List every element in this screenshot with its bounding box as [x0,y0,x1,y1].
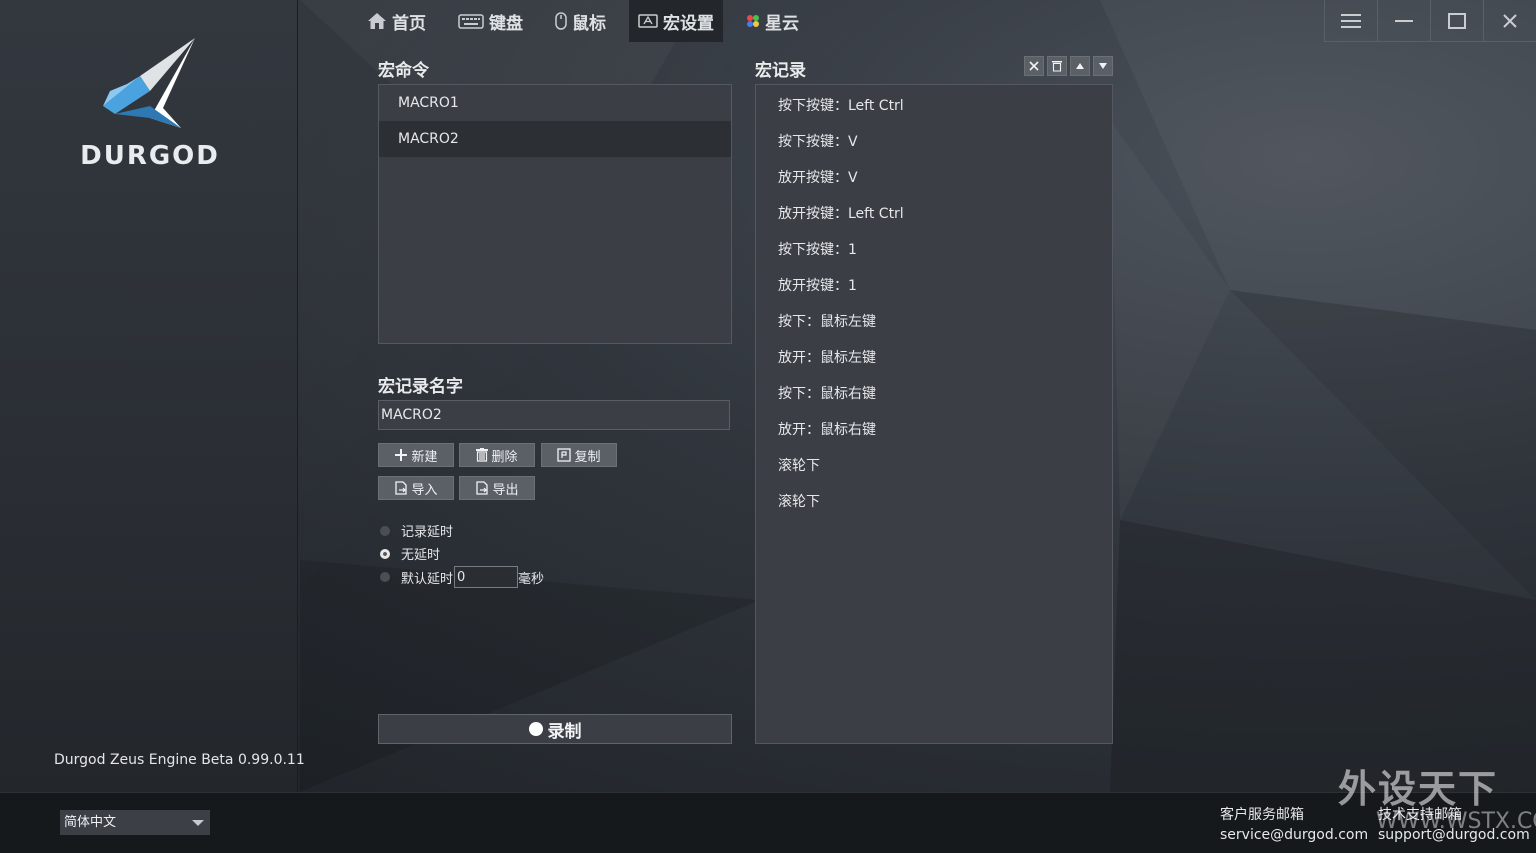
maximize-icon [1448,12,1466,29]
macro-icon [638,14,658,28]
event-list-item[interactable]: 滚轮下 [756,481,1112,517]
import-button-label: 导入 [411,482,438,498]
durgod-logo: DURGOD [80,38,220,171]
nebula-icon [747,15,759,27]
footer: 简体中文 客户服务邮箱 service@durgod.com 技术支持邮箱 su… [0,792,1536,853]
default-delay-label: 默认延时 [401,571,454,587]
record-dot-icon [528,722,543,736]
event-list-item[interactable]: 放开：鼠标左键 [756,337,1112,373]
clear-events-button[interactable] [1024,56,1044,76]
tab-home[interactable]: 首页 [358,0,435,42]
event-list-item[interactable]: 放开按键：Left Ctrl [756,193,1112,229]
record-button[interactable]: 录制 [378,714,732,744]
tab-keyboard[interactable]: 键盘 [449,0,532,42]
no-delay-option[interactable]: 无延时 [380,544,440,563]
svg-text:DURGOD: DURGOD [80,141,220,171]
top-nav: 首页 键盘 鼠标 宏设置 星云 [358,0,822,42]
macro-name-input[interactable] [378,400,730,430]
export-button[interactable]: 导出 [459,476,535,500]
menu-icon [1341,13,1361,28]
delay-unit-label: 毫秒 [518,571,545,587]
delete-event-button[interactable] [1047,56,1067,76]
tab-keyboard-label: 键盘 [489,13,523,34]
copy-icon [557,448,572,462]
event-list-item[interactable]: 放开：鼠标右键 [756,409,1112,445]
language-select-value: 简体中文 [64,815,117,830]
import-file-icon [395,481,408,495]
record-delay-option[interactable]: 记录延时 [380,521,453,540]
tab-mouse[interactable]: 鼠标 [546,0,615,42]
export-file-icon [476,481,489,495]
delete-button[interactable]: 删除 [459,443,535,467]
keyboard-icon [458,14,484,29]
record-button-label: 录制 [547,721,582,742]
macro-record-title: 宏记录 [755,61,806,81]
maximize-button[interactable] [1430,0,1483,42]
no-delay-radio[interactable] [380,548,390,559]
close-icon [1503,13,1517,28]
default-delay-radio[interactable] [380,572,390,582]
new-button-label: 新建 [411,449,438,465]
event-list-item[interactable]: 按下：鼠标右键 [756,373,1112,409]
event-list-item[interactable]: 放开按键：V [756,157,1112,193]
chevron-down-icon [192,820,204,826]
watermark-title: 外设天下 [1338,767,1499,811]
home-icon [368,13,386,29]
minimize-button[interactable] [1377,0,1430,42]
watermark-url: WWW.WSTX.COM [1376,809,1536,834]
record-delay-label: 记录延时 [401,525,454,540]
minimize-icon [1395,19,1413,22]
default-delay-input[interactable] [454,566,519,588]
tab-home-label: 首页 [392,13,426,34]
sidebar: DURGOD Durgod Zeus Engine Beta 0.99.0.11 [0,0,305,792]
window-controls [1324,0,1536,42]
event-list-item[interactable]: 滚轮下 [756,445,1112,481]
arrow-down-icon [1099,63,1107,69]
macro-event-list: 按下按键：Left Ctrl 按下按键：V 放开按键：V 放开按键：Left C… [755,84,1113,744]
event-list-item[interactable]: 放开按键：1 [756,265,1112,301]
new-button[interactable]: 新建 [378,443,454,467]
tab-macro-settings[interactable]: 宏设置 [629,0,723,42]
tab-macro-settings-label: 宏设置 [663,13,714,34]
close-button[interactable] [1483,0,1536,42]
mouse-icon [555,12,567,30]
close-icon [1029,61,1039,71]
copy-button[interactable]: 复制 [541,443,617,467]
event-list-item[interactable]: 按下按键：V [756,121,1112,157]
export-button-label: 导出 [492,482,519,498]
no-delay-label: 无延时 [401,548,441,563]
tab-nebula-label: 星云 [765,13,799,34]
macro-list-item[interactable]: MACRO2 [379,121,731,157]
version-label: Durgod Zeus Engine Beta 0.99.0.11 [54,752,305,768]
move-up-button[interactable] [1070,56,1090,76]
import-button[interactable]: 导入 [378,476,454,500]
trash-icon [476,448,489,462]
record-delay-radio[interactable] [380,525,390,536]
trash-icon [1052,61,1062,72]
menu-button[interactable] [1324,0,1377,42]
event-list-item[interactable]: 按下：鼠标左键 [756,301,1112,337]
macro-command-list: MACRO1 MACRO2 [378,84,732,344]
arrow-up-icon [1076,63,1084,69]
event-list-item[interactable]: 按下按键：1 [756,229,1112,265]
site-watermark: 外设天下 WWW.WSTX.COM [1338,767,1536,848]
macro-list-item[interactable]: MACRO1 [379,85,731,121]
plus-icon [395,449,408,461]
copy-button-label: 复制 [574,449,601,465]
default-delay-option[interactable]: 默认延时 毫秒 [380,566,544,588]
move-down-button[interactable] [1093,56,1113,76]
language-select[interactable]: 简体中文 [60,810,210,835]
tab-nebula[interactable]: 星云 [737,0,808,42]
macro-name-title: 宏记录名字 [378,377,463,397]
event-list-item[interactable]: 按下按键：Left Ctrl [756,85,1112,121]
tab-mouse-label: 鼠标 [572,13,606,34]
macro-commands-title: 宏命令 [378,61,429,81]
delete-button-label: 删除 [491,449,518,465]
